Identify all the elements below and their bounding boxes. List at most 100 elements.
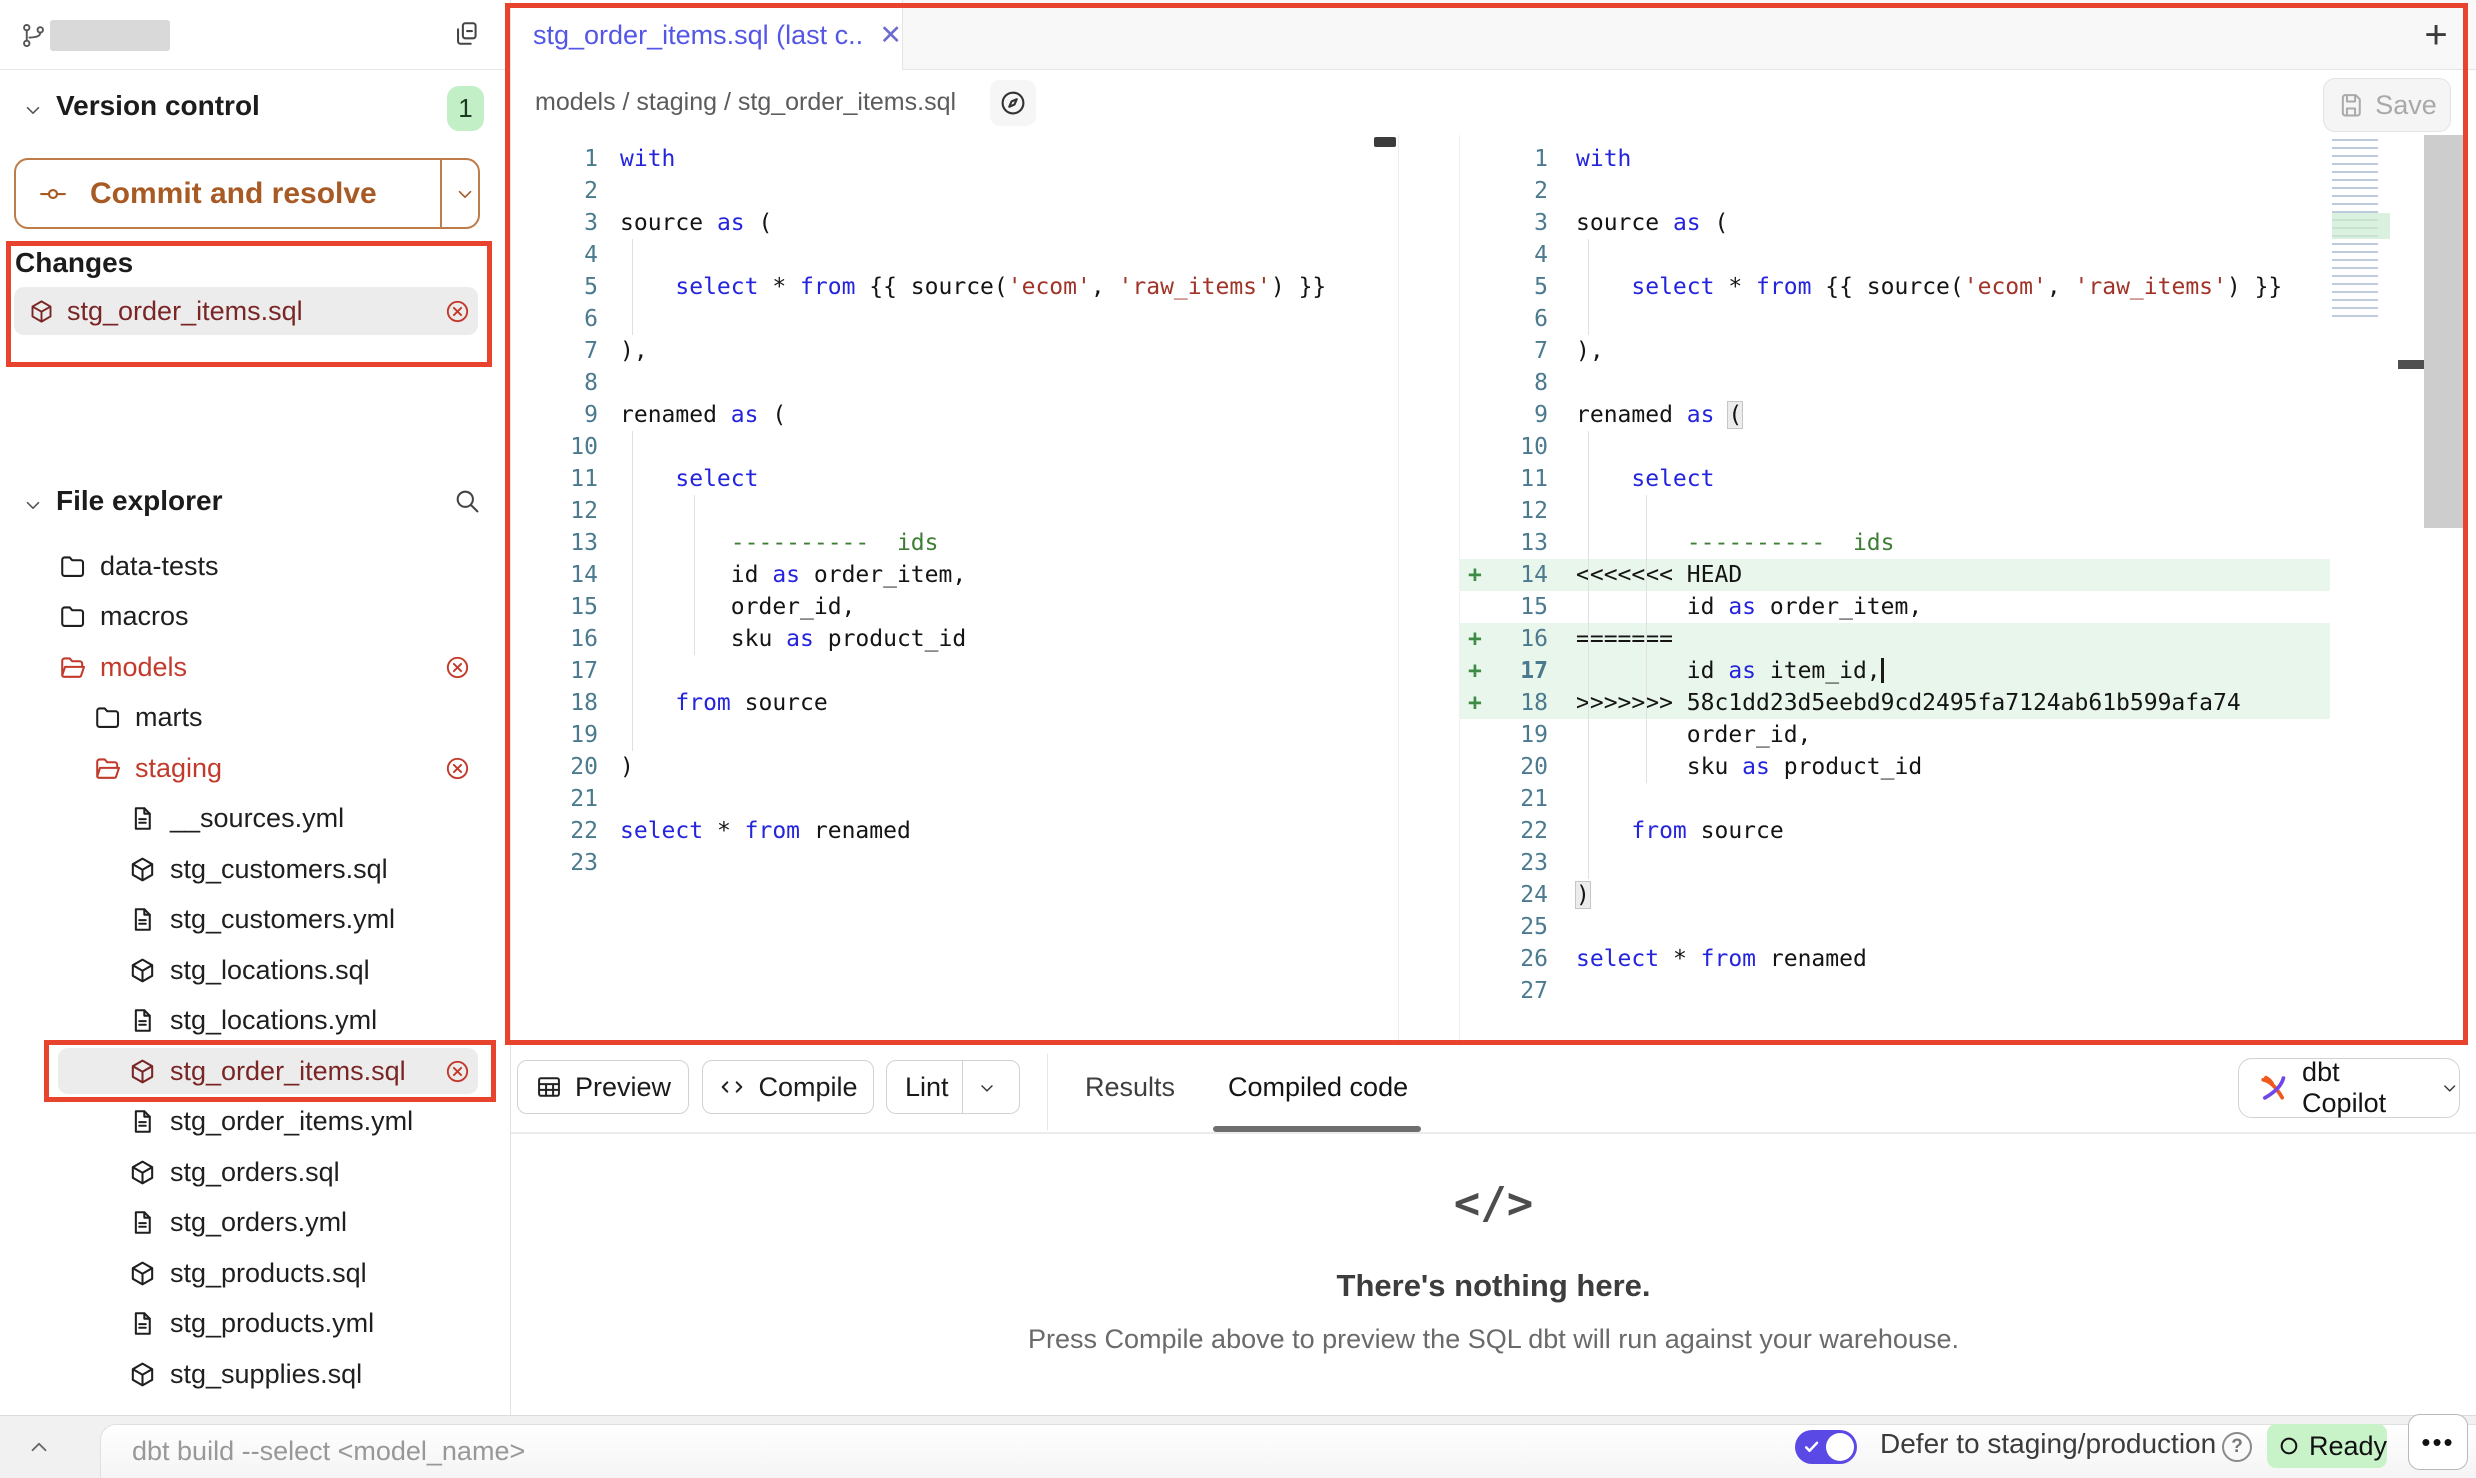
file-item-stg_order_items.yml[interactable]: stg_order_items.yml (0, 1097, 510, 1147)
pane-divider (1459, 135, 1460, 1046)
file-item-stg_supplies.sql[interactable]: stg_supplies.sql (0, 1349, 510, 1399)
file-item-marts[interactable]: marts (0, 693, 510, 743)
file-item-models[interactable]: models (0, 642, 510, 692)
chevron-down-icon[interactable] (22, 494, 44, 516)
file-item-stg_orders.yml[interactable]: stg_orders.yml (0, 1198, 510, 1248)
code-line-21: 21 (510, 783, 1398, 815)
scrollbar-position-marker (2398, 360, 2424, 369)
code-line-8: 8 (510, 367, 1398, 399)
chevron-down-icon[interactable] (977, 1078, 997, 1098)
file-item-stg_orders.sql[interactable]: stg_orders.sql (0, 1147, 510, 1197)
code-line-5: 5 select * from {{ source('ecom', 'raw_i… (510, 271, 1398, 303)
chevron-down-icon[interactable] (22, 99, 44, 121)
code-line-16: 16 sku as product_id (510, 623, 1398, 655)
code-line-4: 4 (1460, 239, 2330, 271)
pane-divider (1398, 135, 1399, 1046)
discard-x-icon[interactable] (444, 755, 471, 782)
copy-icon[interactable] (452, 19, 481, 48)
close-tab-icon[interactable]: ✕ (879, 20, 902, 51)
divider (962, 1061, 963, 1113)
toggle-knob (1826, 1433, 1854, 1461)
code-line-23: 23 (1460, 847, 2330, 879)
file-item-stg_order_items.sql[interactable]: stg_order_items.sql (0, 1046, 510, 1096)
code-pane-right[interactable]: 1with23source as (45 select * from {{ so… (1460, 143, 2330, 1007)
file-item-data-tests[interactable]: data-tests (0, 541, 510, 591)
code-line-20: 20) (510, 751, 1398, 783)
save-button[interactable]: Save (2323, 78, 2451, 132)
file-item-label: stg_locations.sql (170, 955, 370, 986)
file-item-stg_products.yml[interactable]: stg_products.yml (0, 1299, 510, 1349)
ready-label: Ready (2309, 1431, 2387, 1462)
defer-toggle[interactable] (1795, 1430, 1857, 1464)
file-item-macros[interactable]: macros (0, 592, 510, 642)
compile-button[interactable]: Compile (702, 1060, 874, 1114)
table-icon (535, 1073, 563, 1101)
more-options-button[interactable]: ••• (2408, 1414, 2468, 1470)
file-tree: data-testsmacros models marts staging__sour… (0, 541, 510, 1401)
discard-x-icon[interactable] (444, 1058, 471, 1085)
changes-section-label: Changes (15, 247, 133, 279)
changed-file-name: stg_order_items.sql (67, 296, 303, 327)
chevron-up-icon[interactable] (26, 1434, 52, 1460)
code-pane-left[interactable]: 1with23source as (45 select * from {{ so… (510, 143, 1398, 879)
code-line-22: 22select * from renamed (510, 815, 1398, 847)
file-item-__sources.yml[interactable]: __sources.yml (0, 794, 510, 844)
status-badge[interactable]: Ready (2267, 1424, 2387, 1468)
code-line-14: 14 id as order_item, (510, 559, 1398, 591)
file-item-stg_products.sql[interactable]: stg_products.sql (0, 1248, 510, 1298)
file-icon (128, 1006, 157, 1035)
file-item-label: models (100, 652, 187, 683)
open-in-canvas-button[interactable] (990, 80, 1036, 126)
chevron-down-icon[interactable] (454, 183, 476, 205)
left-pane-scrollbar-thumb[interactable] (1374, 137, 1396, 147)
code-line-17: 17 (510, 655, 1398, 687)
cube-icon (128, 1360, 157, 1389)
code-line-12: 12 (510, 495, 1398, 527)
commit-and-resolve-button[interactable]: Commit and resolve (14, 158, 480, 229)
discard-x-icon[interactable] (444, 298, 471, 325)
file-item-label: marts (135, 702, 203, 733)
discard-x-icon[interactable] (444, 654, 471, 681)
file-item-stg_locations.sql[interactable]: stg_locations.sql (0, 945, 510, 995)
code-line-13: 13 ---------- ids (1460, 527, 2330, 559)
code-line-10: 10 (510, 431, 1398, 463)
code-line-23: 23 (510, 847, 1398, 879)
file-item-staging[interactable]: staging (0, 743, 510, 793)
cube-icon (128, 1158, 157, 1187)
tab-compiled-code[interactable]: Compiled code (1228, 1072, 1408, 1103)
model-cube-icon (28, 298, 55, 325)
minimap[interactable] (2332, 139, 2404, 319)
file-item-stg_customers.yml[interactable]: stg_customers.yml (0, 895, 510, 945)
code-line-4: 4 (510, 239, 1398, 271)
divider (0, 69, 510, 70)
code-line-9: 9renamed as ( (1460, 399, 2330, 431)
changes-count-badge: 1 (447, 86, 484, 131)
check-icon (1802, 1437, 1822, 1457)
dbt-copilot-button[interactable]: dbt Copilot (2238, 1058, 2460, 1118)
preview-button[interactable]: Preview (517, 1060, 689, 1114)
file-item-label: stg_supplies.sql (170, 1359, 362, 1390)
code-line-15: 15 order_id, (510, 591, 1398, 623)
tab-results[interactable]: Results (1085, 1072, 1175, 1103)
code-line-1: 1with (1460, 143, 2330, 175)
help-icon[interactable]: ? (2222, 1432, 2252, 1462)
file-explorer-title: File explorer (56, 485, 223, 517)
file-item-label: stg_customers.sql (170, 854, 388, 885)
divider (440, 160, 442, 227)
new-tab-button[interactable]: + (2416, 15, 2456, 55)
lint-button[interactable]: Lint (886, 1060, 1020, 1114)
code-line-17: +17 id as item_id, (1460, 655, 2330, 687)
file-item-label: stg_customers.yml (170, 904, 395, 935)
changed-file-item[interactable]: stg_order_items.sql (14, 287, 478, 335)
branch-name-placeholder (50, 20, 170, 51)
editor-tab[interactable]: stg_order_items.sql (last c... ✕ (511, 0, 903, 71)
command-input[interactable]: dbt build --select <model_name> (132, 1436, 525, 1467)
code-line-5: 5 select * from {{ source('ecom', 'raw_i… (1460, 271, 2330, 303)
code-line-20: 20 sku as product_id (1460, 751, 2330, 783)
code-line-27: 27 (1460, 975, 2330, 1007)
code-line-19: 19 (510, 719, 1398, 751)
file-item-stg_locations.yml[interactable]: stg_locations.yml (0, 996, 510, 1046)
scrollbar-thumb[interactable] (2424, 135, 2466, 528)
search-icon[interactable] (452, 486, 481, 515)
file-item-stg_customers.sql[interactable]: stg_customers.sql (0, 844, 510, 894)
